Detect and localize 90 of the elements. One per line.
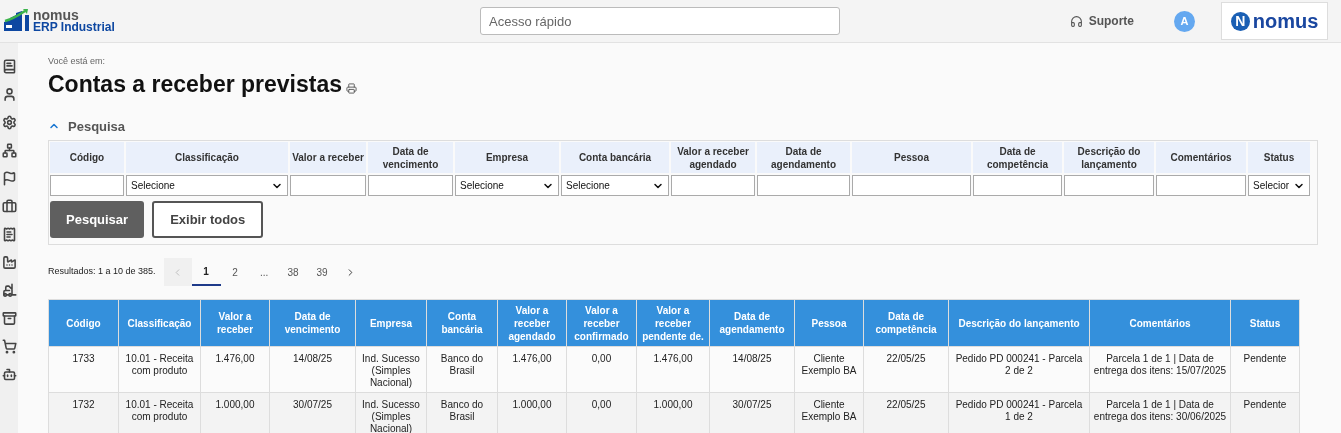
filter-label: Empresa [455,142,559,173]
table-cell: Ind. Sucesso (Simples Nacional) [355,346,427,393]
filter-field[interactable] [290,175,366,196]
table-cell: Pedido PD 000241 - Parcela 2 de 2 [948,346,1090,393]
logo-icon [3,9,31,33]
headset-icon [1069,14,1083,28]
column-header[interactable]: Data de agendamento [709,299,795,347]
table-cell: 10.01 - Receita com produto [118,346,201,393]
search-button[interactable]: Pesquisar [50,201,145,238]
table-cell: 0,00 [566,346,637,393]
receipt-icon[interactable] [1,227,17,242]
briefcase-icon[interactable] [1,199,17,214]
hierarchy-icon[interactable] [1,143,17,158]
print-icon[interactable] [346,82,358,94]
cart-icon[interactable] [1,339,17,354]
archive-icon[interactable] [1,311,17,326]
page-link[interactable]: 39 [307,258,337,286]
filter-label: Conta bancária [561,142,669,173]
column-header[interactable]: Descrição do lançamento [948,299,1090,347]
show-all-button[interactable]: Exibir todos [152,201,264,238]
table-cell: 1732 [48,392,119,433]
table-cell: 1.476,00 [636,346,710,393]
quick-access-field[interactable]: Acesso rápido [480,7,840,35]
column-header[interactable]: Data de vencimento [269,299,356,347]
table-cell: 1.476,00 [497,346,567,393]
table-cell: Cliente Exemplo BA [794,346,864,393]
column-header[interactable]: Pessoa [794,299,864,347]
filter-select[interactable]: Selecior [1248,175,1310,196]
column-header[interactable]: Código [48,299,119,347]
filter-label: Valor a receber agendado [671,142,755,173]
column-header[interactable]: Valor a receber [200,299,270,347]
forklift-icon[interactable] [1,283,17,298]
logo-text: nomus [1252,11,1319,31]
filter-field[interactable] [50,175,124,196]
breadcrumb: Você está em: [48,55,107,68]
table-cell: 1733 [48,346,119,393]
product-name: ERP Industrial [33,21,115,33]
column-header[interactable]: Empresa [355,299,427,347]
results-summary: Resultados: 1 a 10 de 385. [48,265,156,279]
filter-label: Código [50,142,124,173]
support-link[interactable]: Suporte [1069,12,1134,30]
filter-select[interactable]: Selecione [126,175,288,196]
search-toggle[interactable]: Pesquisa [48,116,126,136]
settings-icon[interactable] [1,115,17,130]
filter-label: Status [1248,142,1310,173]
table-cell: Parcela 1 de 1 | Data de entrega dos itens: 15/07/2025 [1089,346,1231,393]
page-title: Contas a receber previstas [48,69,343,99]
filter-field[interactable] [852,175,971,196]
robot-icon[interactable] [1,367,17,382]
filter-label: Data de competência [973,142,1062,173]
filter-field[interactable] [368,175,453,196]
filter-label: Descrição do lançamento [1064,142,1154,173]
filter-field[interactable] [757,175,850,196]
column-header[interactable]: Comentários [1089,299,1231,347]
table-cell: Banco do Brasil [426,346,498,393]
column-header[interactable]: Data de competência [863,299,949,347]
column-header[interactable]: Status [1230,299,1300,347]
filter-label: Comentários [1156,142,1246,173]
table-cell: Pendente [1230,346,1300,393]
user-icon[interactable] [1,87,17,102]
user-avatar[interactable]: A [1174,10,1195,32]
column-header[interactable]: Conta bancária [426,299,498,347]
page-link[interactable]: ... [249,258,279,286]
filter-field[interactable] [1156,175,1246,196]
filter-select[interactable]: Selecione [561,175,669,196]
filter-select[interactable]: Selecione [455,175,559,196]
factory-icon[interactable] [1,255,17,270]
table-cell: 1.476,00 [200,346,270,393]
filter-label: Classificação [126,142,288,173]
table-cell: 14/08/25 [269,346,356,393]
page-link[interactable]: 38 [278,258,308,286]
filter-field[interactable] [1064,175,1154,196]
column-header[interactable]: Valor a receber confirmado [566,299,637,347]
filter-label: Pessoa [852,142,971,173]
filter-label: Valor a receber [290,142,366,173]
column-header[interactable]: Valor a receber agendado [497,299,567,347]
flag-icon[interactable] [1,171,17,186]
book-icon[interactable] [1,59,17,74]
filter-field[interactable] [671,175,755,196]
page-link[interactable]: 1 [191,258,221,286]
table-cell: 14/08/25 [709,346,795,393]
column-header[interactable]: Classificação [118,299,201,347]
table-cell: 22/05/25 [863,346,949,393]
brand-name: nomus [33,9,79,21]
filter-label: Data de agendamento [757,142,850,173]
page-link[interactable]: 2 [220,258,250,286]
logo-letter: N [1230,11,1250,31]
filter-label: Data de vencimento [368,142,453,173]
filter-field[interactable] [973,175,1062,196]
column-header[interactable]: Valor a receber pendente de. [636,299,710,347]
